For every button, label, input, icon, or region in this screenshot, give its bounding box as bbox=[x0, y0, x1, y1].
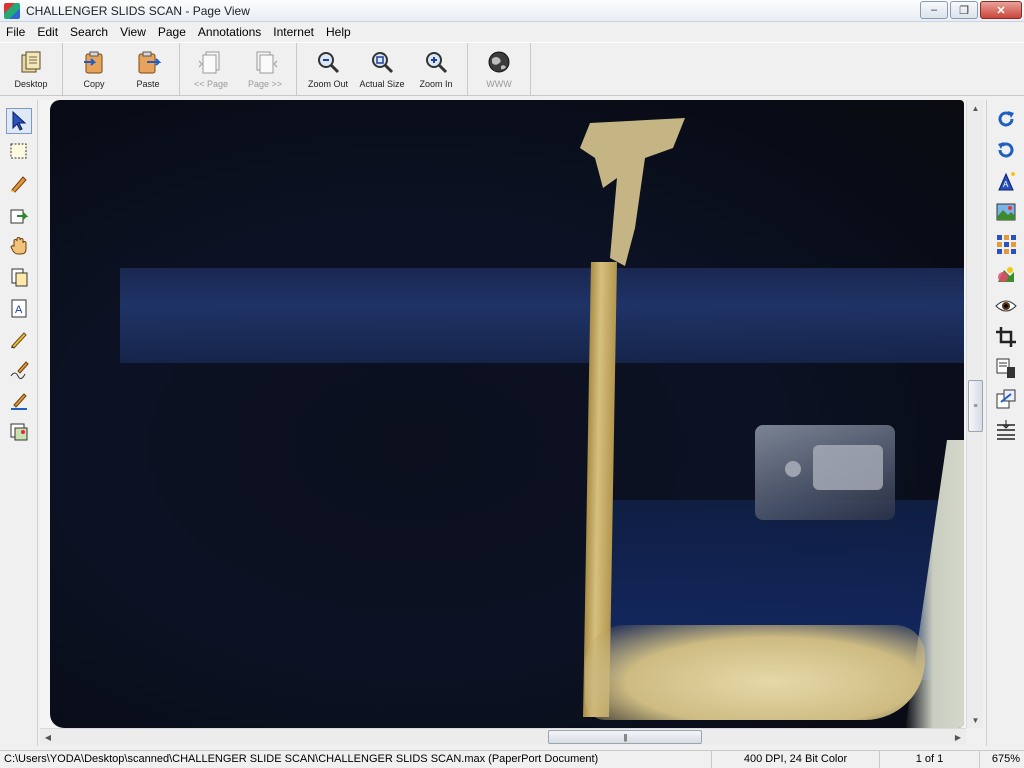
desktop-label: Desktop bbox=[14, 79, 48, 89]
window-title: CHALLENGER SLIDS SCAN - Page View bbox=[26, 3, 250, 18]
desktop-button[interactable]: Desktop bbox=[4, 43, 58, 95]
zoom-in-label: Zoom In bbox=[419, 79, 453, 89]
paste-button[interactable]: Paste bbox=[121, 43, 175, 95]
toolbar-group-web: WWW bbox=[472, 43, 531, 95]
main-toolbar: Desktop Copy Paste << Page Page >> Zoom … bbox=[0, 42, 1024, 96]
next-page-label: Page >> bbox=[247, 79, 283, 89]
thumbnail-grid-icon[interactable] bbox=[993, 231, 1019, 257]
status-page-number: 1 of 1 bbox=[880, 751, 980, 768]
paste-label: Paste bbox=[136, 79, 160, 89]
status-bar: C:\Users\YODA\Desktop\scanned\CHALLENGER… bbox=[0, 750, 1024, 768]
zoom-in-icon bbox=[422, 49, 450, 75]
menu-bar: File Edit Search View Page Annotations I… bbox=[0, 22, 1024, 42]
svg-text:A: A bbox=[15, 304, 23, 316]
image-stamp-icon[interactable] bbox=[6, 419, 32, 445]
zoom-out-label: Zoom Out bbox=[307, 79, 348, 89]
zoom-in-button[interactable]: Zoom In bbox=[409, 43, 463, 95]
window-controls: – ❐ ✕ bbox=[920, 1, 1022, 19]
zoom-out-icon bbox=[314, 49, 342, 75]
export-icon[interactable] bbox=[993, 386, 1019, 412]
zoom-out-button[interactable]: Zoom Out bbox=[301, 43, 355, 95]
scanned-slide-image bbox=[50, 100, 964, 728]
prev-page-label: << Page bbox=[193, 79, 229, 89]
text-recognize-icon[interactable]: A bbox=[6, 295, 32, 321]
rotate-counterclockwise-icon[interactable] bbox=[993, 137, 1019, 163]
vertical-scrollbar[interactable]: ▲ ≡ ▼ bbox=[966, 100, 983, 728]
status-file-path: C:\Users\YODA\Desktop\scanned\CHALLENGER… bbox=[0, 751, 712, 768]
paste-icon bbox=[134, 49, 162, 75]
www-button[interactable]: WWW bbox=[472, 43, 526, 95]
left-tool-strip: A bbox=[0, 100, 38, 746]
minimize-button[interactable]: – bbox=[920, 1, 948, 19]
svg-text:A: A bbox=[1003, 180, 1009, 189]
menu-view[interactable]: View bbox=[114, 22, 152, 42]
hand-pan-icon[interactable] bbox=[6, 233, 32, 259]
menu-edit[interactable]: Edit bbox=[31, 22, 64, 42]
menu-internet[interactable]: Internet bbox=[267, 22, 320, 42]
crop-icon[interactable] bbox=[993, 324, 1019, 350]
menu-search[interactable]: Search bbox=[64, 22, 114, 42]
clipboard-icon[interactable] bbox=[993, 355, 1019, 381]
image-hand bbox=[585, 625, 925, 720]
straighten-icon[interactable] bbox=[993, 417, 1019, 443]
toolbar-group-paging: << Page Page >> bbox=[184, 43, 297, 95]
actual-size-icon bbox=[368, 49, 396, 75]
menu-help[interactable]: Help bbox=[320, 22, 357, 42]
menu-file[interactable]: File bbox=[0, 22, 31, 42]
scroll-left-arrow-icon[interactable]: ◀ bbox=[40, 729, 56, 746]
scroll-up-arrow-icon[interactable]: ▲ bbox=[967, 100, 984, 116]
image-top-shape bbox=[580, 118, 685, 266]
status-resolution: 400 DPI, 24 Bit Color bbox=[712, 751, 880, 768]
highlighter-icon[interactable] bbox=[6, 170, 32, 196]
image-device-knob bbox=[785, 461, 801, 477]
menu-annotations[interactable]: Annotations bbox=[192, 22, 267, 42]
enhance-wand-icon[interactable]: A bbox=[993, 168, 1019, 194]
prev-page-icon bbox=[197, 49, 225, 75]
page-view-canvas[interactable] bbox=[40, 100, 966, 728]
www-label: WWW bbox=[486, 79, 512, 89]
rotate-clockwise-icon[interactable] bbox=[993, 106, 1019, 132]
scroll-right-arrow-icon[interactable]: ▶ bbox=[950, 729, 966, 746]
select-arrow-icon[interactable] bbox=[6, 108, 32, 134]
app-window: CHALLENGER SLIDS SCAN - Page View – ❐ ✕ … bbox=[0, 0, 1024, 768]
copy-button[interactable]: Copy bbox=[67, 43, 121, 95]
toolbar-group-desktop: Desktop bbox=[4, 43, 63, 95]
line-draw-icon[interactable] bbox=[6, 388, 32, 414]
toolbar-group-clipboard: Copy Paste bbox=[67, 43, 180, 95]
copy-label: Copy bbox=[83, 79, 105, 89]
prev-page-button[interactable]: << Page bbox=[184, 43, 238, 95]
toolbar-group-zoom: Zoom Out Actual Size Zoom In bbox=[301, 43, 468, 95]
eye-icon[interactable] bbox=[993, 293, 1019, 319]
image-blue-band bbox=[120, 268, 964, 363]
pencil-icon[interactable] bbox=[6, 326, 32, 352]
actual-size-label: Actual Size bbox=[359, 79, 405, 89]
send-to-icon[interactable] bbox=[6, 202, 32, 228]
copy-page-icon[interactable] bbox=[6, 264, 32, 290]
maximize-button[interactable]: ❐ bbox=[950, 1, 978, 19]
freehand-draw-icon[interactable] bbox=[6, 357, 32, 383]
image-device bbox=[755, 425, 895, 520]
scroll-down-arrow-icon[interactable]: ▼ bbox=[967, 712, 984, 728]
marquee-select-icon[interactable] bbox=[6, 138, 32, 164]
right-tool-strip: A bbox=[986, 100, 1024, 746]
actual-size-button[interactable]: Actual Size bbox=[355, 43, 409, 95]
color-adjust-icon[interactable] bbox=[993, 262, 1019, 288]
copy-icon bbox=[80, 49, 108, 75]
next-page-button[interactable]: Page >> bbox=[238, 43, 292, 95]
horizontal-scrollbar[interactable]: ◀ ||| ▶ bbox=[40, 728, 966, 745]
title-bar[interactable]: CHALLENGER SLIDS SCAN - Page View – ❐ ✕ bbox=[0, 0, 1024, 22]
globe-icon bbox=[485, 49, 513, 75]
image-device-panel bbox=[813, 445, 883, 490]
status-zoom: 675% bbox=[991, 753, 1020, 765]
vertical-scroll-thumb[interactable]: ≡ bbox=[968, 380, 983, 432]
horizontal-scroll-thumb[interactable]: ||| bbox=[548, 730, 702, 744]
menu-page[interactable]: Page bbox=[152, 22, 192, 42]
app-icon bbox=[4, 2, 20, 19]
desktop-icon bbox=[17, 49, 45, 75]
photo-edit-icon[interactable] bbox=[993, 199, 1019, 225]
next-page-icon bbox=[251, 49, 279, 75]
close-button[interactable]: ✕ bbox=[980, 1, 1022, 19]
